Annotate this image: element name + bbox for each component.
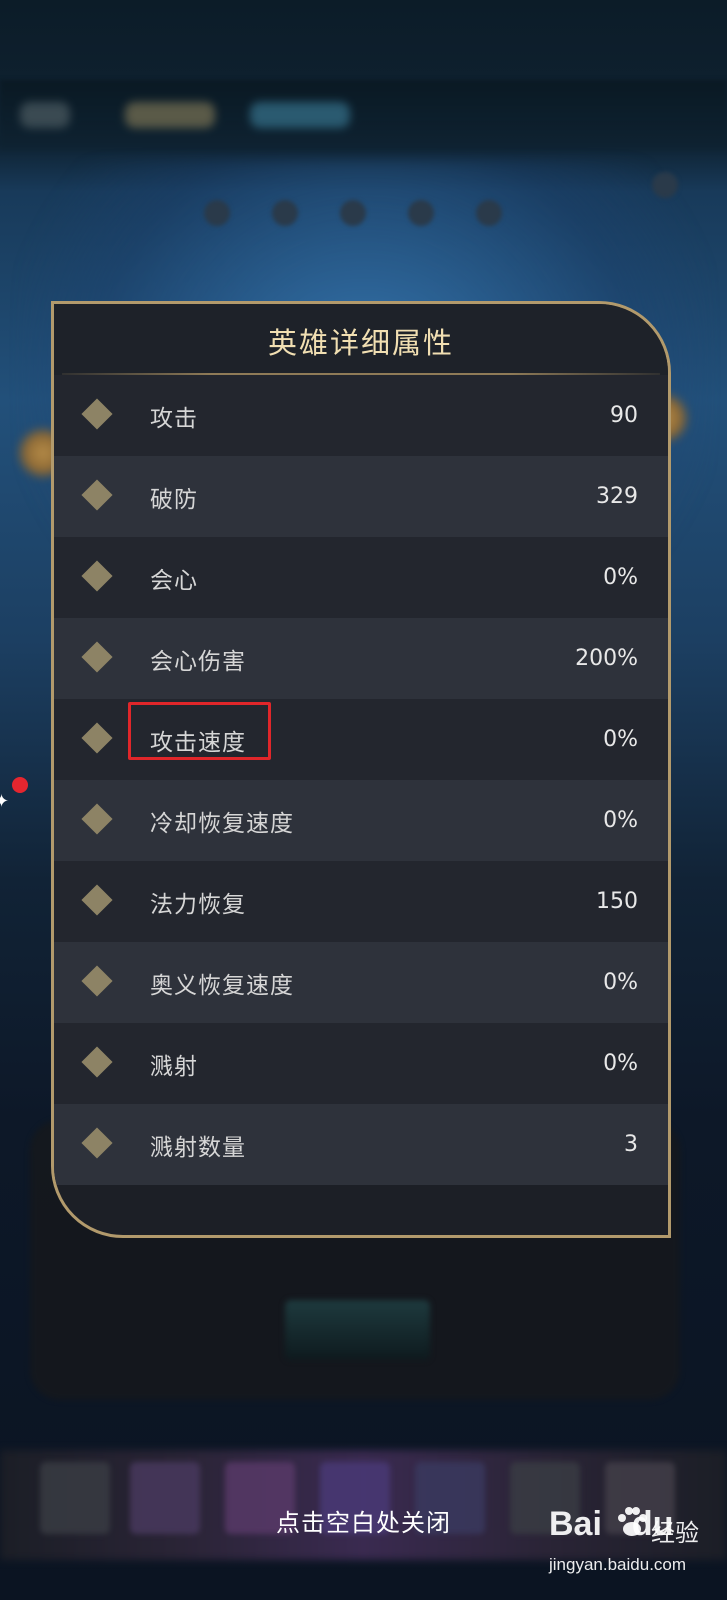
attribute-label: 冷却恢复速度 bbox=[150, 810, 294, 837]
background-bulb bbox=[272, 200, 298, 226]
attribute-row-splash-count: 溅射数量 3 bbox=[54, 1104, 668, 1185]
attribute-value: 90 bbox=[610, 403, 638, 428]
attribute-label: 会心伤害 bbox=[150, 648, 246, 675]
diamond-icon bbox=[81, 398, 113, 430]
attribute-label: 攻击 bbox=[150, 405, 198, 432]
attribute-label: 奥义恢复速度 bbox=[150, 972, 294, 999]
attribute-row-crit-damage: 会心伤害 200% bbox=[54, 618, 668, 699]
background-bulb bbox=[340, 200, 366, 226]
attribute-value: 0% bbox=[603, 565, 638, 590]
attribute-value: 0% bbox=[603, 1051, 638, 1076]
attribute-value: 3 bbox=[624, 1132, 638, 1157]
attribute-label: 溅射 bbox=[150, 1053, 198, 1080]
attribute-value: 329 bbox=[596, 484, 638, 509]
attribute-label: 法力恢复 bbox=[150, 891, 246, 918]
attribute-value: 0% bbox=[603, 727, 638, 752]
attribute-value: 0% bbox=[603, 808, 638, 833]
diamond-icon bbox=[81, 884, 113, 916]
attribute-list: 攻击 90 破防 329 会心 0% 会心伤害 200% 攻击速度 0% 冷却恢… bbox=[54, 375, 668, 1185]
diamond-icon bbox=[81, 722, 113, 754]
attribute-row-ultimate-recovery: 奥义恢复速度 0% bbox=[54, 942, 668, 1023]
diamond-icon bbox=[81, 560, 113, 592]
attribute-value: 200% bbox=[575, 646, 638, 671]
background-top-bar bbox=[0, 80, 727, 150]
diamond-icon bbox=[81, 965, 113, 997]
watermark-url: jingyan.baidu.com bbox=[549, 1555, 687, 1574]
attribute-label: 会心 bbox=[150, 567, 198, 594]
attribute-value: 150 bbox=[596, 889, 638, 914]
attribute-row-attack: 攻击 90 bbox=[54, 375, 668, 456]
notification-dot bbox=[12, 777, 28, 793]
attribute-row-crit: 会心 0% bbox=[54, 537, 668, 618]
diamond-icon bbox=[81, 803, 113, 835]
attribute-row-cooldown-recovery: 冷却恢复速度 0% bbox=[54, 780, 668, 861]
panel-title: 英雄详细属性 bbox=[267, 326, 454, 360]
sparkle-icon: ✦ bbox=[0, 791, 10, 812]
paw-icon bbox=[618, 1507, 647, 1536]
attribute-label: 溅射数量 bbox=[150, 1134, 246, 1161]
background-button bbox=[285, 1300, 430, 1360]
background-bulb bbox=[652, 172, 678, 198]
background-bulb bbox=[408, 200, 434, 226]
hero-attributes-panel: 英雄详细属性 攻击 90 破防 329 会心 0% 会心伤害 200% 攻击速度… bbox=[51, 301, 671, 1238]
panel-header: 英雄详细属性 bbox=[54, 304, 668, 375]
diamond-icon bbox=[81, 1046, 113, 1078]
attribute-row-attack-speed: 攻击速度 0% bbox=[54, 699, 668, 780]
attribute-row-splash: 溅射 0% bbox=[54, 1023, 668, 1104]
watermark-sub: 经验 bbox=[651, 1519, 699, 1547]
baidu-jingyan-watermark: Bai du 经验 jingyan.baidu.com bbox=[549, 1505, 699, 1585]
background-bulb bbox=[204, 200, 230, 226]
attribute-row-mana-recovery: 法力恢复 150 bbox=[54, 861, 668, 942]
diamond-icon bbox=[81, 641, 113, 673]
attribute-label: 破防 bbox=[150, 486, 198, 513]
background-bulb bbox=[476, 200, 502, 226]
attribute-value: 0% bbox=[603, 970, 638, 995]
attribute-row-armor-break: 破防 329 bbox=[54, 456, 668, 537]
attribute-label: 攻击速度 bbox=[150, 729, 246, 756]
diamond-icon bbox=[81, 479, 113, 511]
diamond-icon bbox=[81, 1127, 113, 1159]
